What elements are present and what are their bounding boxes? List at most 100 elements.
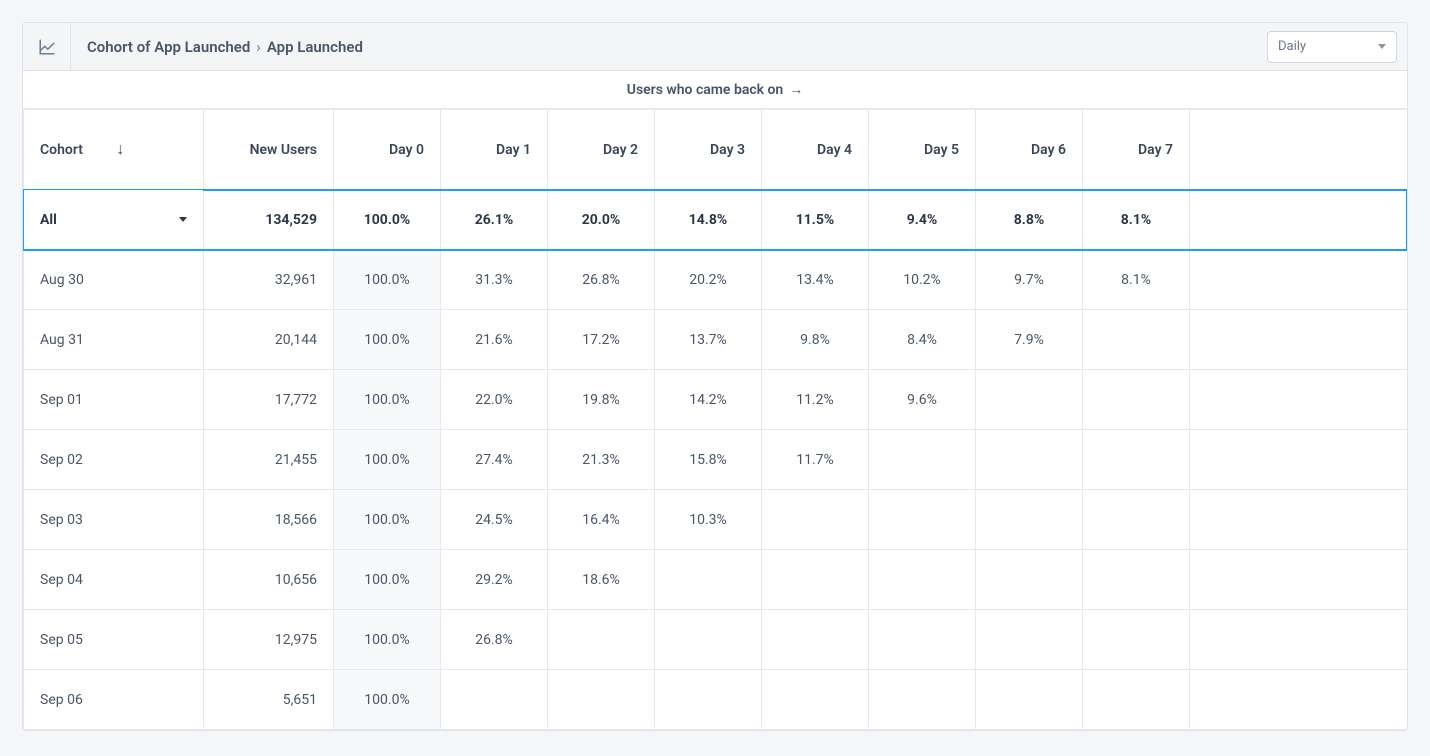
metric-cell [976,670,1083,730]
col-day-7[interactable]: Day 7 [1083,110,1190,190]
table-row[interactable]: Sep 0117,772100.0%22.0%19.8%14.2%11.2%9.… [24,370,1408,430]
breadcrumb-root: Cohort of App Launched [87,38,250,56]
metric-cell [869,670,976,730]
filler [1190,110,1408,190]
metric-cell: 21.3% [548,430,655,490]
caret-down-icon [1378,44,1386,49]
summary-label: All [40,212,57,228]
metric-cell: 100.0% [334,610,441,670]
col-day-5[interactable]: Day 5 [869,110,976,190]
granularity-select[interactable]: Daily [1267,31,1397,63]
metric-cell: 26.8% [441,610,548,670]
metric-cell: 10.2% [869,250,976,310]
metric-cell [762,490,869,550]
metric-cell [1083,430,1190,490]
breadcrumb: Cohort of App Launched › App Launched [71,23,1267,70]
summary-metric: 8.8% [976,190,1083,250]
metric-cell: 18.6% [548,550,655,610]
metric-cell: 19.8% [548,370,655,430]
summary-metric: 20.0% [548,190,655,250]
table-row[interactable]: Sep 0512,975100.0%26.8% [24,610,1408,670]
summary-cohort-cell[interactable]: All [24,190,204,250]
metric-cell: 100.0% [334,250,441,310]
metric-cell: 7.9% [976,310,1083,370]
filler [1190,310,1408,370]
summary-metric: 100.0% [334,190,441,250]
cohort-label: Sep 05 [24,610,204,670]
filler [1190,370,1408,430]
new-users-cell: 21,455 [204,430,334,490]
metric-cell: 100.0% [334,370,441,430]
col-new-users[interactable]: New Users [204,110,334,190]
chart-type-icon[interactable] [23,23,71,70]
metric-cell: 100.0% [334,550,441,610]
metric-cell [655,670,762,730]
table-row[interactable]: Aug 3032,961100.0%31.3%26.8%20.2%13.4%10… [24,250,1408,310]
table-row[interactable]: Sep 0410,656100.0%29.2%18.6% [24,550,1408,610]
new-users-cell: 12,975 [204,610,334,670]
metric-cell: 9.6% [869,370,976,430]
filler [1190,250,1408,310]
cohort-label: Aug 31 [24,310,204,370]
new-users-cell: 10,656 [204,550,334,610]
caret-down-icon [179,217,187,222]
metric-cell [762,670,869,730]
metric-cell: 11.7% [762,430,869,490]
col-day-3[interactable]: Day 3 [655,110,762,190]
summary-metric: 11.5% [762,190,869,250]
metric-cell: 15.8% [655,430,762,490]
cohort-label: Aug 30 [24,250,204,310]
summary-row[interactable]: All134,529100.0%26.1%20.0%14.8%11.5%9.4%… [24,190,1408,250]
metric-cell [1083,550,1190,610]
cohort-label: Sep 04 [24,550,204,610]
table-row[interactable]: Sep 0221,455100.0%27.4%21.3%15.8%11.7% [24,430,1408,490]
col-day-4[interactable]: Day 4 [762,110,869,190]
metric-cell: 13.4% [762,250,869,310]
col-day-6[interactable]: Day 6 [976,110,1083,190]
metric-cell: 16.4% [548,490,655,550]
metric-cell [548,610,655,670]
metric-cell [976,610,1083,670]
col-day-0[interactable]: Day 0 [334,110,441,190]
metric-cell: 14.2% [655,370,762,430]
metric-cell: 21.6% [441,310,548,370]
metric-cell [762,550,869,610]
metric-cell [869,610,976,670]
cohort-panel: Cohort of App Launched › App Launched Da… [22,22,1408,731]
metric-cell: 100.0% [334,670,441,730]
metric-cell [869,490,976,550]
granularity-label: Daily [1278,39,1306,54]
col-cohort[interactable]: Cohort ↓ [24,110,204,190]
metric-cell: 9.8% [762,310,869,370]
metric-cell: 24.5% [441,490,548,550]
cohort-label: Sep 06 [24,670,204,730]
metric-cell [655,550,762,610]
metric-cell: 13.7% [655,310,762,370]
summary-metric: 9.4% [869,190,976,250]
metric-cell: 100.0% [334,430,441,490]
metric-cell [869,430,976,490]
subheader: Users who came back on → [23,71,1407,109]
summary-metric: 14.8% [655,190,762,250]
metric-cell [1083,670,1190,730]
new-users-cell: 17,772 [204,370,334,430]
arrow-right-icon: → [789,81,803,98]
table-row[interactable]: Sep 065,651100.0% [24,670,1408,730]
filler [1190,190,1408,250]
col-day-2[interactable]: Day 2 [548,110,655,190]
metric-cell [655,610,762,670]
metric-cell [976,490,1083,550]
table-row[interactable]: Aug 3120,144100.0%21.6%17.2%13.7%9.8%8.4… [24,310,1408,370]
col-day-1[interactable]: Day 1 [441,110,548,190]
metric-cell: 100.0% [334,310,441,370]
metric-cell [869,550,976,610]
metric-cell [762,610,869,670]
filler [1190,670,1408,730]
summary-metric: 8.1% [1083,190,1190,250]
metric-cell: 22.0% [441,370,548,430]
metric-cell [1083,490,1190,550]
metric-cell: 11.2% [762,370,869,430]
metric-cell [441,670,548,730]
metric-cell [976,430,1083,490]
table-row[interactable]: Sep 0318,566100.0%24.5%16.4%10.3% [24,490,1408,550]
